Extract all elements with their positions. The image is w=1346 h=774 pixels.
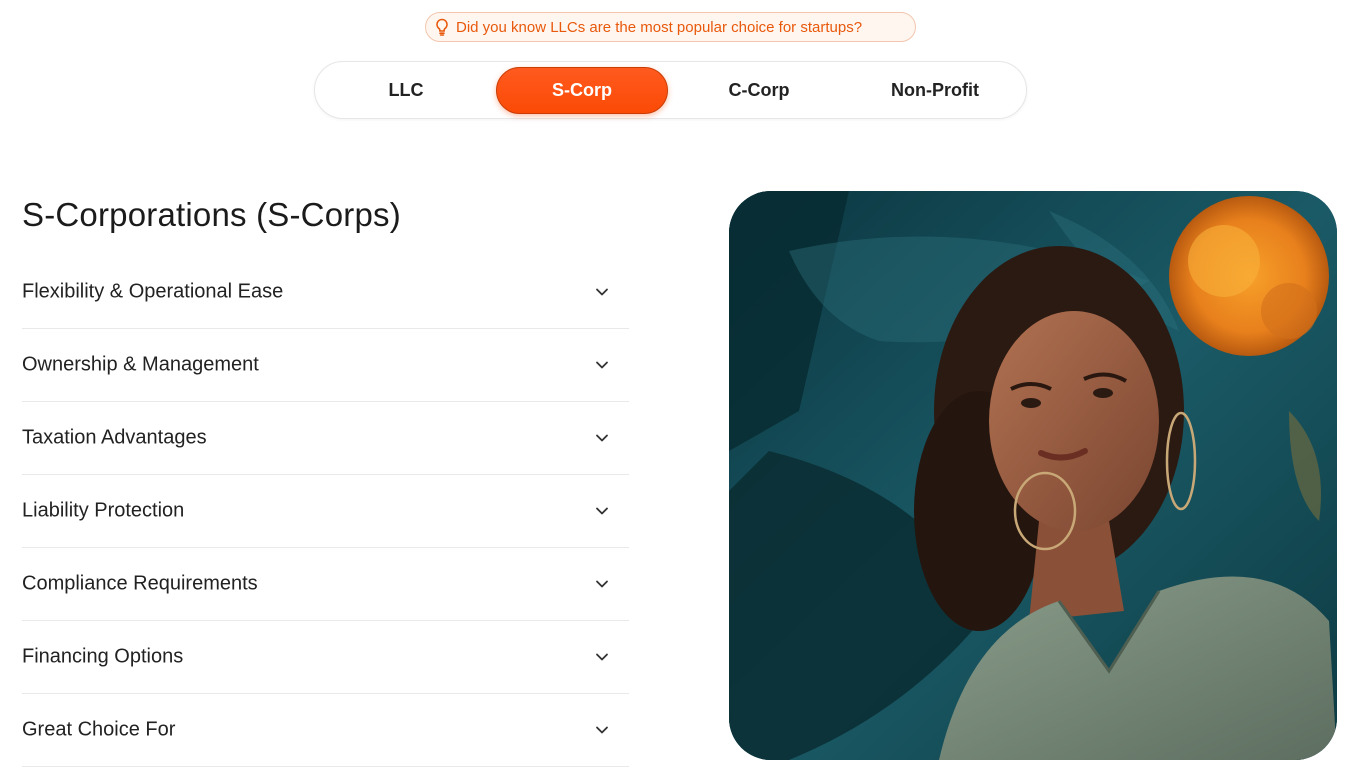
- entity-type-tabs: LLC S-Corp C-Corp Non-Profit: [314, 61, 1027, 119]
- did-you-know-banner: Did you know LLCs are the most popular c…: [425, 12, 916, 42]
- chevron-down-icon: [596, 653, 608, 661]
- accordion-item-taxation[interactable]: Taxation Advantages: [22, 402, 629, 475]
- accordion-item-label: Taxation Advantages: [22, 426, 207, 449]
- accordion-item-label: Financing Options: [22, 645, 184, 668]
- accordion-item-label: Flexibility & Operational Ease: [22, 280, 284, 303]
- lightbulb-icon: [436, 18, 448, 36]
- accordion-item-liability[interactable]: Liability Protection: [22, 475, 629, 548]
- hero-photo: [729, 191, 1337, 760]
- accordion-item-ownership[interactable]: Ownership & Management: [22, 329, 629, 402]
- chevron-down-icon: [596, 507, 608, 515]
- accordion-item-financing[interactable]: Financing Options: [22, 621, 629, 694]
- chevron-down-icon: [596, 361, 608, 369]
- accordion-item-flexibility[interactable]: Flexibility & Operational Ease: [22, 256, 629, 329]
- tip-text: Did you know LLCs are the most popular c…: [456, 18, 863, 36]
- accordion-item-label: Compliance Requirements: [22, 572, 258, 595]
- tab-s-corp[interactable]: S-Corp: [496, 67, 668, 114]
- portrait-illustration: [729, 191, 1337, 760]
- chevron-down-icon: [596, 288, 608, 296]
- chevron-down-icon: [596, 726, 608, 734]
- tab-non-profit[interactable]: Non-Profit: [849, 67, 1021, 114]
- accordion-item-great-choice[interactable]: Great Choice For: [22, 694, 629, 767]
- accordion-item-label: Great Choice For: [22, 718, 176, 741]
- tab-c-corp[interactable]: C-Corp: [673, 67, 845, 114]
- accordion-item-compliance[interactable]: Compliance Requirements: [22, 548, 629, 621]
- section-title: S-Corporations (S-Corps): [22, 196, 401, 233]
- tab-llc[interactable]: LLC: [320, 67, 492, 114]
- chevron-down-icon: [596, 434, 608, 442]
- chevron-down-icon: [596, 580, 608, 588]
- accordion-item-label: Liability Protection: [22, 499, 185, 522]
- accordion-item-label: Ownership & Management: [22, 353, 259, 376]
